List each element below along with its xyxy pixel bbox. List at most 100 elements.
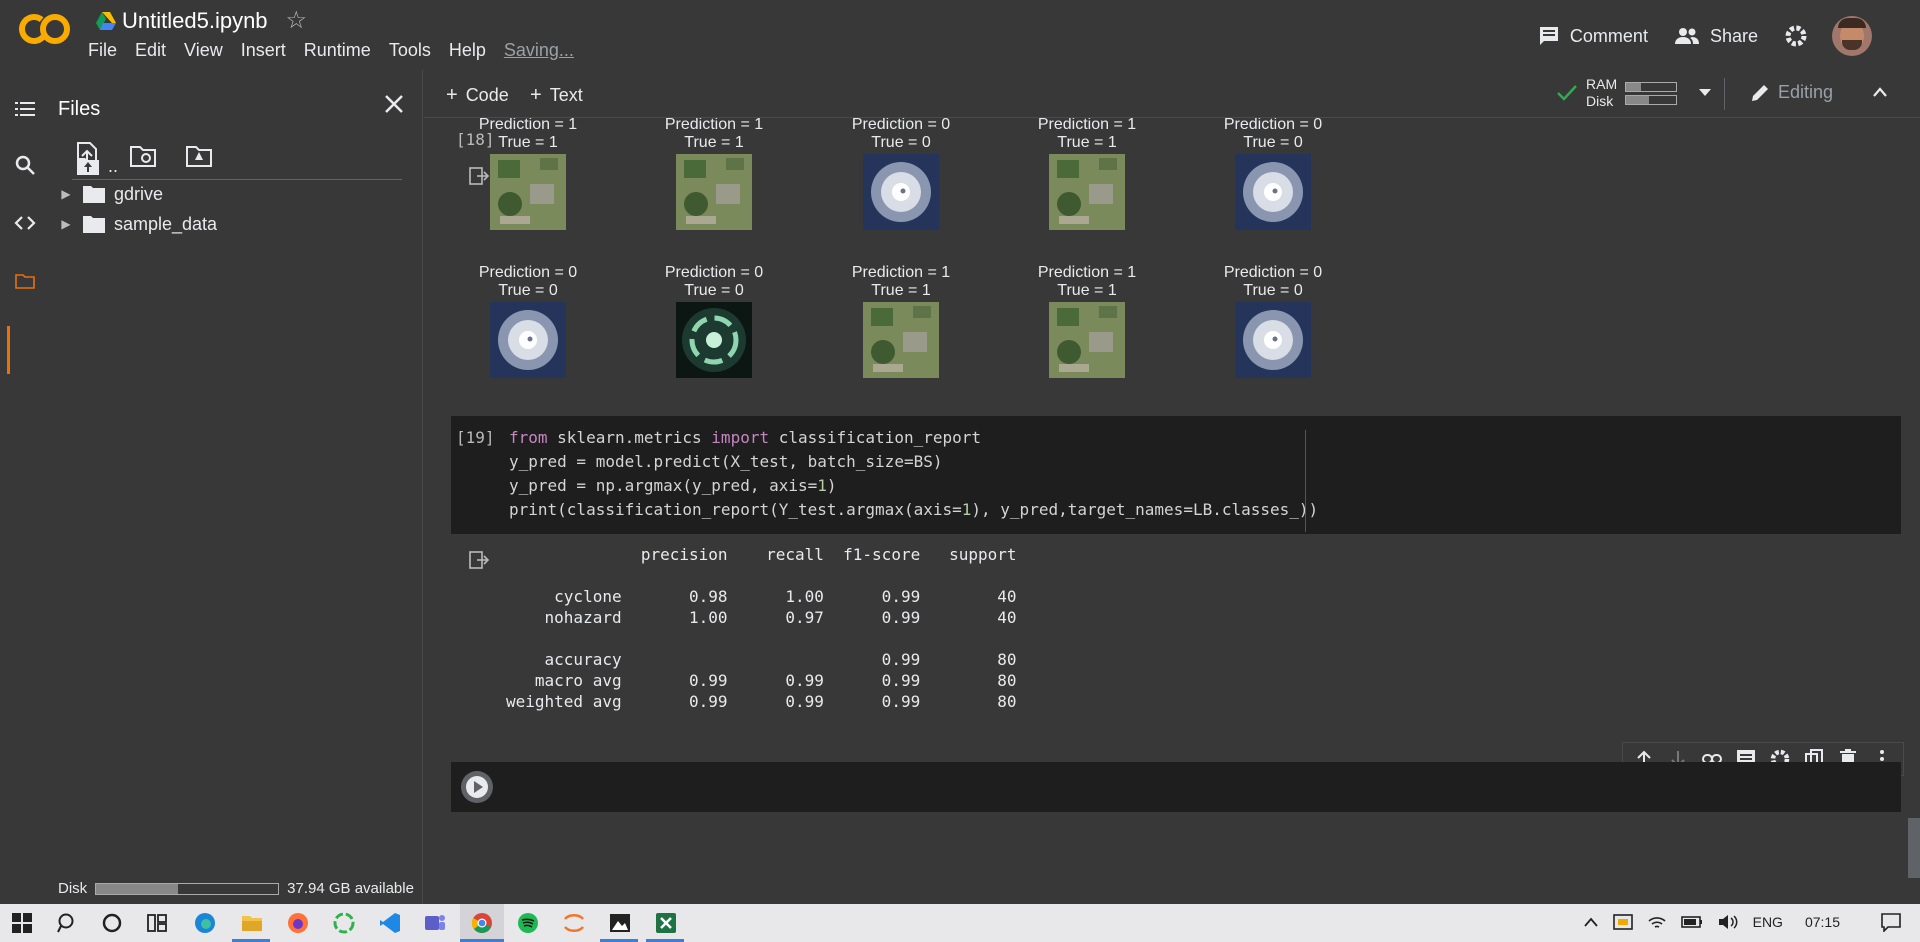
menu-file[interactable]: File	[88, 40, 117, 61]
file-explorer-icon[interactable]	[240, 911, 264, 935]
language-indicator[interactable]: ENG	[1753, 914, 1783, 930]
comment-icon	[1539, 27, 1558, 45]
true-label: True = 1	[1057, 282, 1117, 299]
expand-arrow-icon[interactable]: ▶	[58, 217, 74, 231]
left-rail	[0, 70, 48, 904]
prediction-item: Prediction = 1 True = 1	[821, 264, 981, 383]
menu-insert[interactable]: Insert	[241, 40, 286, 61]
prediction-label: Prediction = 1	[1037, 118, 1137, 133]
code-token: 1	[961, 500, 972, 519]
satellite-image	[821, 300, 981, 383]
menu-view[interactable]: View	[184, 40, 223, 61]
excel-icon[interactable]	[654, 911, 678, 935]
sidebar-title: Files	[58, 98, 101, 120]
search-icon[interactable]	[14, 154, 36, 176]
volume-icon[interactable]	[1717, 913, 1739, 931]
disk-usage-fill	[96, 883, 179, 894]
notification-icon[interactable]	[1880, 912, 1902, 932]
tray-app-icon[interactable]	[1612, 912, 1633, 932]
tree-label: gdrive	[114, 183, 164, 204]
satellite-image	[821, 152, 981, 235]
windows-start-icon[interactable]	[10, 911, 34, 935]
add-code-button[interactable]: + Code	[446, 84, 509, 107]
scrollbar[interactable]	[1908, 818, 1920, 878]
chevron-up-icon[interactable]	[1583, 916, 1599, 928]
disk-fill	[1626, 95, 1649, 104]
add-text-button[interactable]: + Text	[530, 84, 583, 107]
editing-mode-button[interactable]: Editing	[1750, 82, 1833, 103]
jupyter-icon[interactable]	[562, 911, 586, 935]
prediction-label: Prediction = 0	[1223, 264, 1323, 281]
prediction-label: Prediction = 0	[1223, 118, 1323, 133]
search-icon[interactable]	[56, 911, 80, 935]
chrome-active-tab[interactable]	[460, 904, 504, 942]
menu-runtime[interactable]: Runtime	[304, 40, 371, 61]
report-line: weighted avg 0.99 0.99 0.99 80	[506, 692, 1017, 711]
refresh-folder-icon[interactable]	[128, 140, 158, 170]
menu-bar: File Edit View Insert Runtime Tools Help…	[88, 40, 592, 61]
prediction-label: Prediction = 0	[851, 118, 951, 133]
dropdown-icon[interactable]	[1699, 89, 1712, 97]
resources-indicator[interactable]: RAM Disk	[1556, 76, 1712, 110]
prediction-label: Prediction = 1	[478, 118, 578, 133]
code-token: 1	[817, 476, 827, 495]
menu-tools[interactable]: Tools	[389, 40, 431, 61]
prediction-label: Prediction = 0	[664, 264, 764, 281]
wifi-icon[interactable]	[1647, 913, 1667, 931]
star-icon[interactable]: ☆	[286, 9, 308, 33]
cortana-icon[interactable]	[100, 911, 124, 935]
close-icon[interactable]	[382, 92, 406, 116]
app-circle-icon[interactable]	[332, 911, 356, 935]
disk-label: Disk	[1586, 93, 1614, 109]
system-tray: ENG 07:15	[1583, 912, 1902, 932]
ram-bar	[1625, 81, 1678, 92]
code-cell[interactable]: [19] from sklearn.metrics import classif…	[451, 416, 1901, 534]
true-label: True = 0	[871, 134, 931, 151]
people-icon	[1674, 28, 1699, 44]
firefox-icon[interactable]	[286, 911, 310, 935]
gear-icon[interactable]	[1784, 24, 1808, 48]
code-editor[interactable]: from sklearn.metrics import classificati…	[509, 426, 1318, 522]
task-view-icon[interactable]	[145, 911, 169, 935]
teams-icon[interactable]	[423, 911, 447, 935]
vscode-icon[interactable]	[378, 911, 402, 935]
avatar[interactable]	[1832, 16, 1872, 56]
run-cell-button[interactable]	[461, 771, 493, 803]
output-icon[interactable]	[468, 550, 490, 570]
clock[interactable]: 07:15	[1805, 914, 1840, 930]
share-button[interactable]: Share	[1674, 26, 1758, 47]
tree-item-gdrive[interactable]: ▶ gdrive	[58, 180, 163, 208]
code-snippets-icon[interactable]	[14, 212, 36, 234]
prediction-item: Prediction = 0 True = 0	[821, 118, 981, 235]
report-line: precision recall f1-score support	[506, 545, 1017, 564]
comment-button[interactable]: Comment	[1538, 25, 1648, 47]
collapse-header-icon[interactable]	[1872, 86, 1888, 98]
true-label: True = 1	[498, 134, 558, 151]
menu-help[interactable]: Help	[449, 40, 486, 61]
code-token: ), y_pred,target_names=LB.classes_))	[971, 500, 1319, 519]
notebook-title[interactable]: Untitled5.ipynb	[122, 8, 268, 34]
photos-icon[interactable]	[608, 911, 632, 935]
spotify-icon[interactable]	[516, 911, 540, 935]
empty-code-cell[interactable]	[451, 762, 1901, 812]
table-of-contents-icon[interactable]	[14, 98, 36, 120]
colab-logo[interactable]	[18, 12, 70, 46]
prediction-item: Prediction = 1 True = 1	[1007, 118, 1167, 235]
prediction-item: Prediction = 0 True = 0	[1193, 118, 1353, 235]
google-drive-icon	[96, 12, 116, 30]
tree-item-parent[interactable]: ..	[76, 152, 118, 180]
edge-browser-icon[interactable]	[193, 911, 217, 935]
satellite-image	[1007, 152, 1167, 235]
chrome-icon	[471, 913, 492, 933]
saving-status[interactable]: Saving...	[504, 40, 574, 61]
true-label: True = 0	[1243, 134, 1303, 151]
folder-icon[interactable]	[14, 270, 36, 292]
satellite-image	[448, 152, 608, 235]
battery-icon[interactable]	[1680, 915, 1703, 929]
code-token: from	[509, 428, 548, 447]
expand-arrow-icon[interactable]: ▶	[58, 187, 74, 201]
tree-item-sample-data[interactable]: ▶ sample_data	[58, 210, 217, 238]
menu-edit[interactable]: Edit	[135, 40, 166, 61]
mount-drive-icon[interactable]	[184, 140, 214, 170]
rail-active-indicator	[7, 326, 10, 374]
